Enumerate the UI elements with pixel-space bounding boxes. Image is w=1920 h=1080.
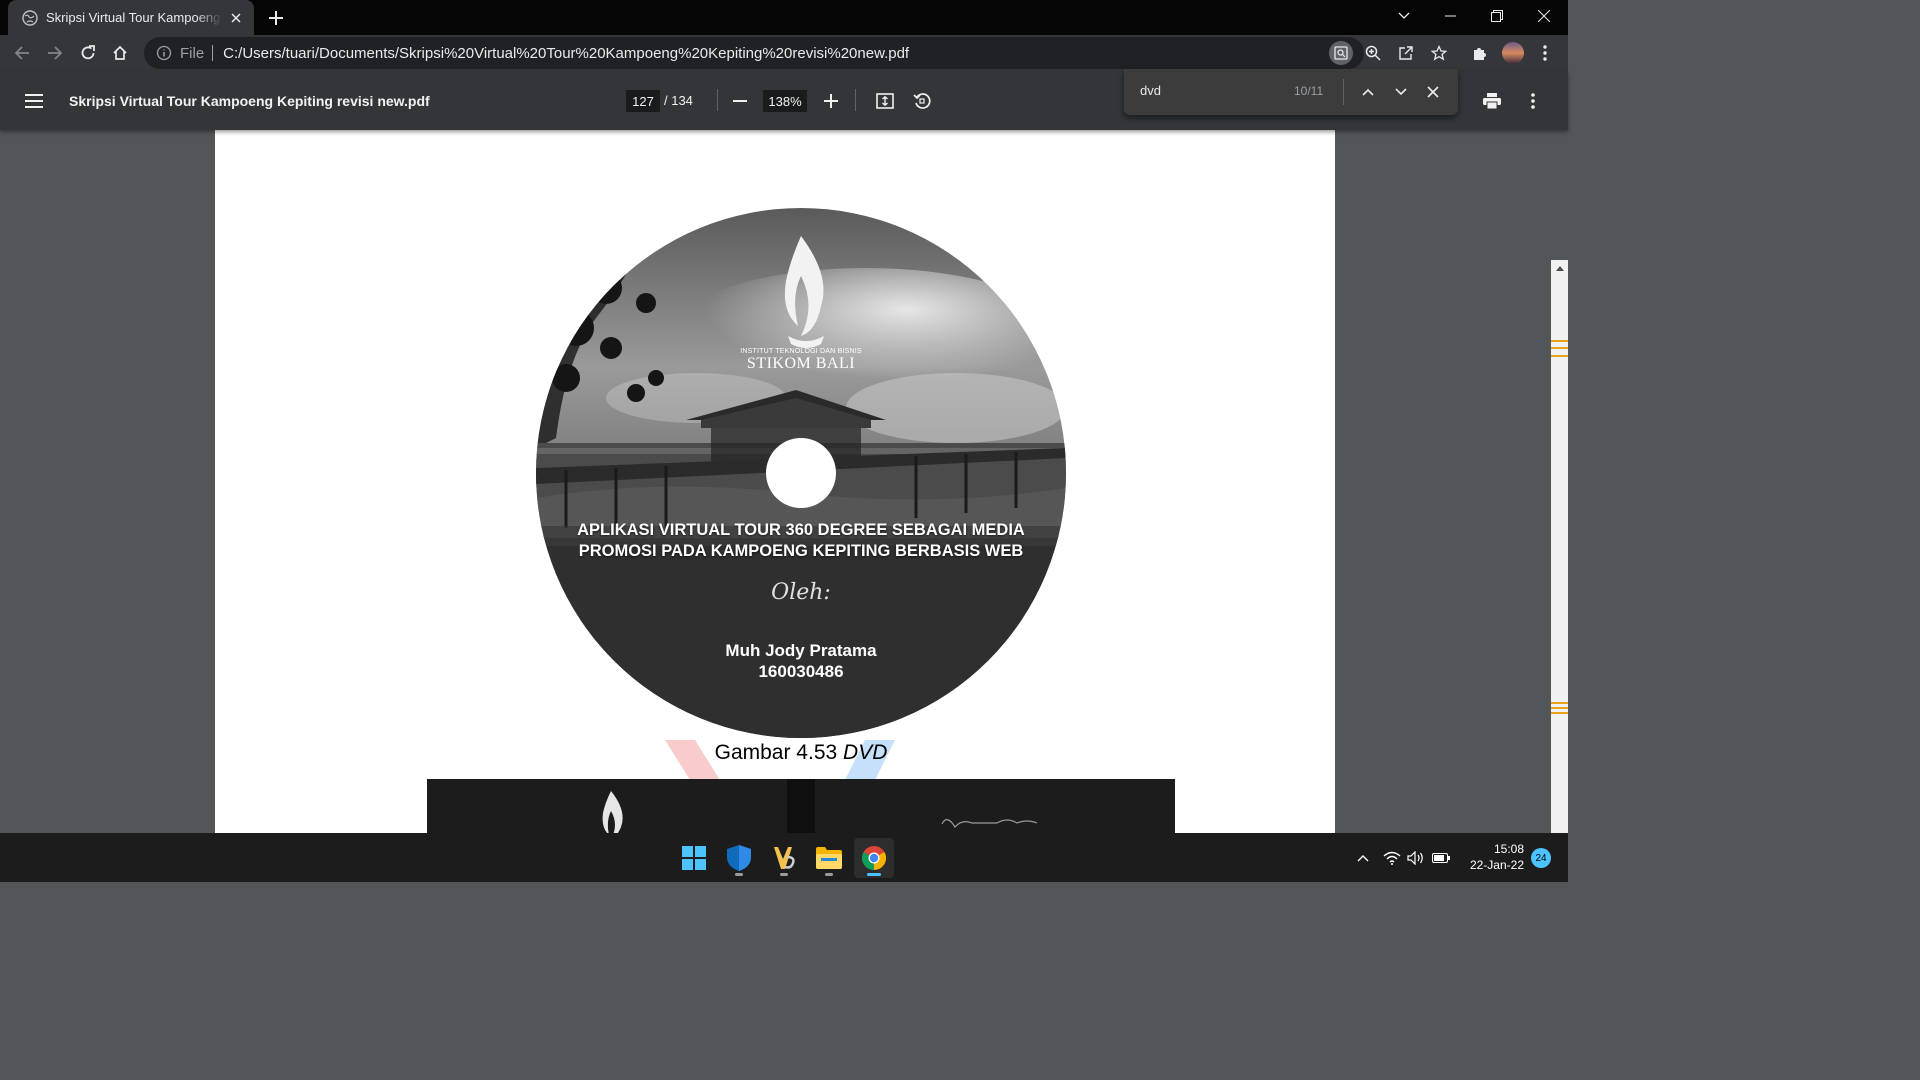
disc-author: Muh Jody Pratama 160030486 (536, 640, 1066, 682)
clock-date: 22-Jan-22 (1469, 858, 1524, 872)
zoom-icon[interactable] (1361, 41, 1385, 65)
dvd-center-hole (766, 438, 836, 508)
find-next-icon[interactable] (1389, 80, 1413, 104)
windows-start-icon[interactable] (674, 838, 714, 878)
page-search-icon[interactable] (1329, 41, 1353, 65)
tab-title: Skripsi Virtual Tour Kampoeng Kepiting r… (46, 10, 222, 25)
dvd-cover-strip (427, 779, 1175, 833)
toolbar-divider (855, 89, 856, 111)
pdf-sidebar-menu-icon[interactable] (22, 89, 46, 113)
battery-icon[interactable] (1431, 848, 1451, 868)
disc-title: APLIKASI VIRTUAL TOUR 360 DEGREE SEBAGAI… (577, 521, 1025, 560)
globe-icon (22, 9, 38, 26)
print-icon[interactable] (1479, 88, 1505, 114)
find-bar: dvd 10/11 (1124, 69, 1458, 115)
address-url[interactable]: C:/Users/tuari/Documents/Skripsi%20Virtu… (223, 45, 909, 62)
restore-button[interactable] (1474, 0, 1520, 32)
windows-taskbar: 15:08 22-Jan-22 24 (0, 833, 1568, 882)
author-name: Muh Jody Pratama (725, 641, 877, 660)
vertical-scrollbar[interactable] (1551, 260, 1568, 833)
active-indicator (867, 873, 881, 876)
browser-menu-icon[interactable] (1530, 38, 1560, 68)
bookmark-star-icon[interactable] (1427, 41, 1451, 65)
zoom-out-button[interactable] (727, 88, 753, 114)
address-separator (212, 45, 214, 61)
notification-badge[interactable]: 24 (1531, 848, 1551, 868)
file-explorer-icon[interactable] (809, 838, 849, 878)
caption-prefix: Gambar 4.53 (714, 741, 838, 764)
clock-time: 15:08 (1493, 842, 1524, 856)
home-button[interactable] (105, 38, 135, 68)
info-icon[interactable] (156, 45, 172, 61)
chevron-up-icon[interactable] (1353, 848, 1373, 868)
extensions-puzzle-icon[interactable] (1465, 38, 1495, 68)
address-scheme: File (180, 44, 205, 62)
running-indicator (735, 873, 743, 876)
new-tab-button[interactable] (264, 6, 288, 30)
disc-logo-small: INSTITUT TEKNOLOGI DAN BISNIS (740, 348, 862, 355)
find-previous-icon[interactable] (1356, 80, 1380, 104)
fit-to-page-icon[interactable] (872, 88, 898, 114)
browser-toolbar: File C:/Users/tuari/Documents/Skripsi%20… (0, 35, 1568, 71)
find-result-marker (1551, 702, 1568, 704)
figure-caption: Gambar 4.53 DVD (215, 741, 1335, 765)
address-bar[interactable]: File C:/Users/tuari/Documents/Skripsi%20… (144, 37, 1364, 69)
pdf-more-icon[interactable] (1520, 88, 1546, 114)
browser-tab[interactable]: Skripsi Virtual Tour Kampoeng Kepiting r… (8, 0, 254, 35)
caption-italic: DVD (843, 741, 888, 764)
disc-oleh: Oleh: (771, 580, 831, 605)
page-total: / 134 (664, 93, 693, 108)
close-window-button[interactable] (1521, 0, 1567, 32)
toolbar-divider (717, 89, 718, 111)
zoom-in-button[interactable] (818, 88, 844, 114)
volume-icon[interactable] (1406, 848, 1426, 868)
cover-strip-art (602, 779, 1038, 833)
dvd-label-image: INSTITUT TEKNOLOGI DAN BISNIS STIKOM BAL… (536, 208, 1066, 738)
author-id: 160030486 (758, 662, 844, 681)
find-input[interactable]: dvd (1140, 83, 1161, 98)
wifi-icon[interactable] (1382, 848, 1402, 868)
find-match-count: 10/11 (1294, 84, 1324, 98)
tab-search-icon[interactable] (1381, 0, 1427, 32)
find-result-marker (1551, 707, 1568, 709)
reload-button[interactable] (73, 38, 103, 68)
disc-logo-text: INSTITUT TEKNOLOGI DAN BISNIS STIKOM BAL… (536, 348, 1066, 373)
forward-button[interactable] (40, 38, 70, 68)
find-result-marker (1551, 712, 1568, 714)
share-icon[interactable] (1394, 41, 1418, 65)
tab-strip: Skripsi Virtual Tour Kampoeng Kepiting r… (0, 0, 1568, 35)
running-indicator (825, 873, 833, 876)
page-number-input[interactable]: 127 (626, 90, 660, 112)
scroll-up-arrow-icon[interactable] (1551, 260, 1568, 277)
back-button[interactable] (7, 38, 37, 68)
find-result-marker (1551, 340, 1568, 342)
find-close-icon[interactable] (1421, 80, 1445, 104)
find-divider (1343, 79, 1344, 105)
disc-logo-big: STIKOM BALI (746, 355, 856, 372)
google-chrome-icon[interactable] (854, 838, 894, 878)
zoom-input[interactable]: 138% (763, 90, 807, 112)
find-result-marker (1551, 347, 1568, 349)
pdf-title: Skripsi Virtual Tour Kampoeng Kepiting r… (69, 93, 430, 109)
pdf-viewer[interactable]: INSTITUT TEKNOLOGI DAN BISNIS STIKOM BAL… (0, 130, 1568, 833)
windows-security-icon[interactable] (719, 838, 759, 878)
tab-close-icon[interactable] (228, 10, 244, 26)
rotate-icon[interactable] (909, 88, 935, 114)
find-result-marker (1551, 355, 1568, 357)
minimize-button[interactable] (1427, 0, 1473, 32)
profile-avatar[interactable] (1498, 38, 1528, 68)
running-indicator (780, 873, 788, 876)
sticky-notes-app-icon[interactable] (764, 838, 804, 878)
cover-flame-logo (602, 791, 623, 833)
taskbar-clock[interactable]: 15:08 22-Jan-22 (1462, 841, 1524, 873)
pdf-page: INSTITUT TEKNOLOGI DAN BISNIS STIKOM BAL… (215, 130, 1335, 833)
